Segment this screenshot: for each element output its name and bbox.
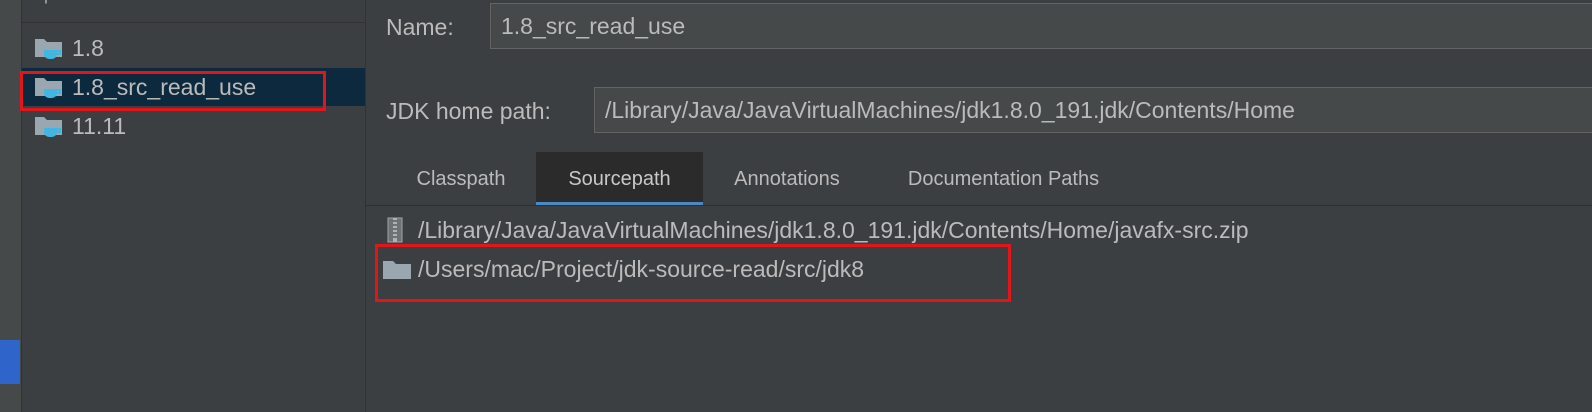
toolbar-divider (22, 22, 365, 23)
jdk-folder-icon (34, 113, 64, 139)
sdk-list-pane: + − 1.8 1.8_src_read_use (20, 0, 366, 412)
jdk-folder-icon (34, 74, 64, 100)
sdk-list-item-11-11[interactable]: 11.11 (22, 107, 365, 145)
sdk-tabs: Classpath Sourcepath Annotations Documen… (386, 152, 1592, 206)
sdk-list-item-label: 11.11 (72, 112, 127, 139)
tab-sourcepath[interactable]: Sourcepath (536, 152, 703, 206)
name-label: Name: (386, 14, 454, 40)
sidebar-selection-accent (0, 340, 20, 384)
sourcepath-item-jdk8[interactable]: /Users/mac/Project/jdk-source-read/src/j… (382, 250, 864, 288)
sourcepath-item-label: /Users/mac/Project/jdk-source-read/src/j… (418, 255, 865, 282)
plus-icon[interactable]: + (34, 0, 58, 10)
sdk-list-item-1-8-src-read-use[interactable]: 1.8_src_read_use (22, 68, 365, 106)
sourcepath-item-label: /Library/Java/JavaVirtualMachines/jdk1.8… (418, 216, 1249, 243)
tabs-divider (366, 205, 1592, 206)
tab-annotations[interactable]: Annotations (703, 152, 871, 206)
folder-icon (382, 255, 412, 283)
jdk-home-path-field[interactable]: /Library/Java/JavaVirtualMachines/jdk1.8… (594, 87, 1592, 133)
sdk-list-item-label: 1.8_src_read_use (72, 73, 257, 100)
minus-icon[interactable]: − (84, 0, 108, 10)
sdk-settings-window: + − 1.8 1.8_src_read_use (0, 0, 1592, 412)
sdk-list-item-1-8[interactable]: 1.8 (22, 29, 365, 67)
tab-documentation-paths[interactable]: Documentation Paths (871, 152, 1136, 206)
sdk-list-item-label: 1.8 (72, 34, 104, 61)
left-sidebar-strip (0, 0, 22, 412)
sdk-detail-panel: Name: 1.8_src_read_use JDK home path: /L… (366, 0, 1592, 412)
jdk-folder-icon (34, 35, 64, 61)
archive-icon (382, 216, 412, 244)
sdk-toolbar: + − (22, 0, 365, 10)
tab-classpath[interactable]: Classpath (386, 152, 536, 206)
jdk-home-path-label: JDK home path: (386, 98, 551, 124)
name-field[interactable]: 1.8_src_read_use (490, 3, 1592, 49)
sourcepath-item-javafx-src[interactable]: /Library/Java/JavaVirtualMachines/jdk1.8… (382, 211, 1249, 249)
